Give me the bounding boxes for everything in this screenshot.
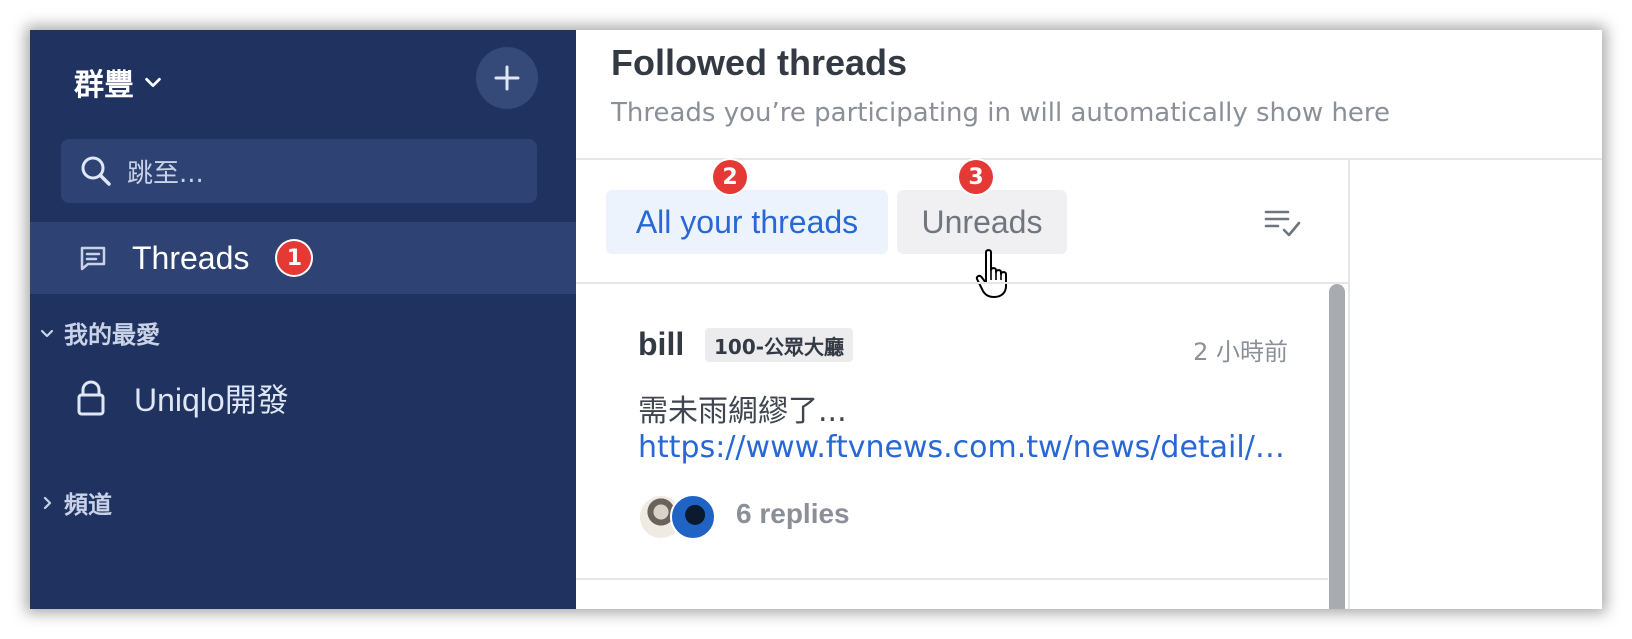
page-subtitle: Threads you’re participating in will aut… bbox=[611, 98, 1391, 128]
section-label: 我的最愛 bbox=[64, 321, 160, 349]
thread-author: bill bbox=[638, 326, 685, 362]
lock-icon bbox=[77, 380, 105, 416]
workspace-name: 群豐 bbox=[74, 68, 134, 103]
filter-check-icon[interactable] bbox=[1264, 206, 1304, 240]
add-button[interactable] bbox=[476, 47, 538, 109]
sidebar: 群豐 跳至... Threads 1 我的最愛 Uniqlo開發 頻道 bbox=[30, 30, 576, 609]
thread-timestamp: 2 小時前 bbox=[1193, 338, 1288, 366]
tab-unreads[interactable]: Unreads 3 bbox=[897, 160, 1067, 254]
main-content: Followed threads Threads you’re particip… bbox=[576, 30, 1602, 609]
section-label: 頻道 bbox=[64, 491, 112, 519]
threads-icon bbox=[80, 246, 106, 271]
page-title: Followed threads bbox=[611, 42, 908, 83]
channel-tag[interactable]: 100-公眾大廳 bbox=[705, 328, 854, 362]
scrollbar[interactable] bbox=[1329, 284, 1345, 609]
thread-item[interactable]: bill 100-公眾大廳 2 小時前 需未雨綢繆了... https://ww… bbox=[576, 284, 1328, 580]
callout-badge: 1 bbox=[277, 241, 312, 275]
search-placeholder: 跳至... bbox=[127, 158, 204, 189]
tab-all-threads[interactable]: All your threads 2 bbox=[606, 160, 888, 254]
chevron-right-icon bbox=[43, 496, 52, 509]
sidebar-item-label: Threads bbox=[132, 239, 250, 276]
channels-section-header[interactable]: 頻道 bbox=[38, 485, 112, 520]
chevron-down-icon bbox=[145, 77, 161, 88]
plus-icon bbox=[494, 65, 520, 91]
sidebar-item-threads[interactable]: Threads 1 bbox=[30, 222, 576, 294]
sidebar-item-uniqlo[interactable]: Uniqlo開發 bbox=[74, 375, 289, 421]
sidebar-item-label: Uniqlo開發 bbox=[134, 382, 289, 418]
chevron-down-icon bbox=[40, 329, 54, 337]
replies-count[interactable]: 6 replies bbox=[736, 498, 850, 530]
thread-link[interactable]: https://www.ftvnews.com.tw/news/detail/2… bbox=[638, 430, 1286, 465]
avatar bbox=[670, 494, 716, 540]
callout-badge: 2 bbox=[713, 160, 747, 194]
favorites-section-header[interactable]: 我的最愛 bbox=[38, 315, 160, 350]
threads-panel: All your threads 2 Unreads 3 bill 100-公眾… bbox=[576, 160, 1350, 609]
thread-message: 需未雨綢繆了... bbox=[638, 394, 847, 429]
app-window: 群豐 跳至... Threads 1 我的最愛 Uniqlo開發 頻道 Foll… bbox=[30, 30, 1602, 609]
workspace-switcher[interactable]: 群豐 bbox=[74, 60, 164, 104]
tab-label: All your threads bbox=[635, 203, 859, 240]
callout-badge: 3 bbox=[959, 160, 993, 194]
tab-label: Unreads bbox=[921, 203, 1043, 240]
search-icon bbox=[81, 156, 111, 186]
search-input[interactable]: 跳至... bbox=[61, 139, 537, 203]
